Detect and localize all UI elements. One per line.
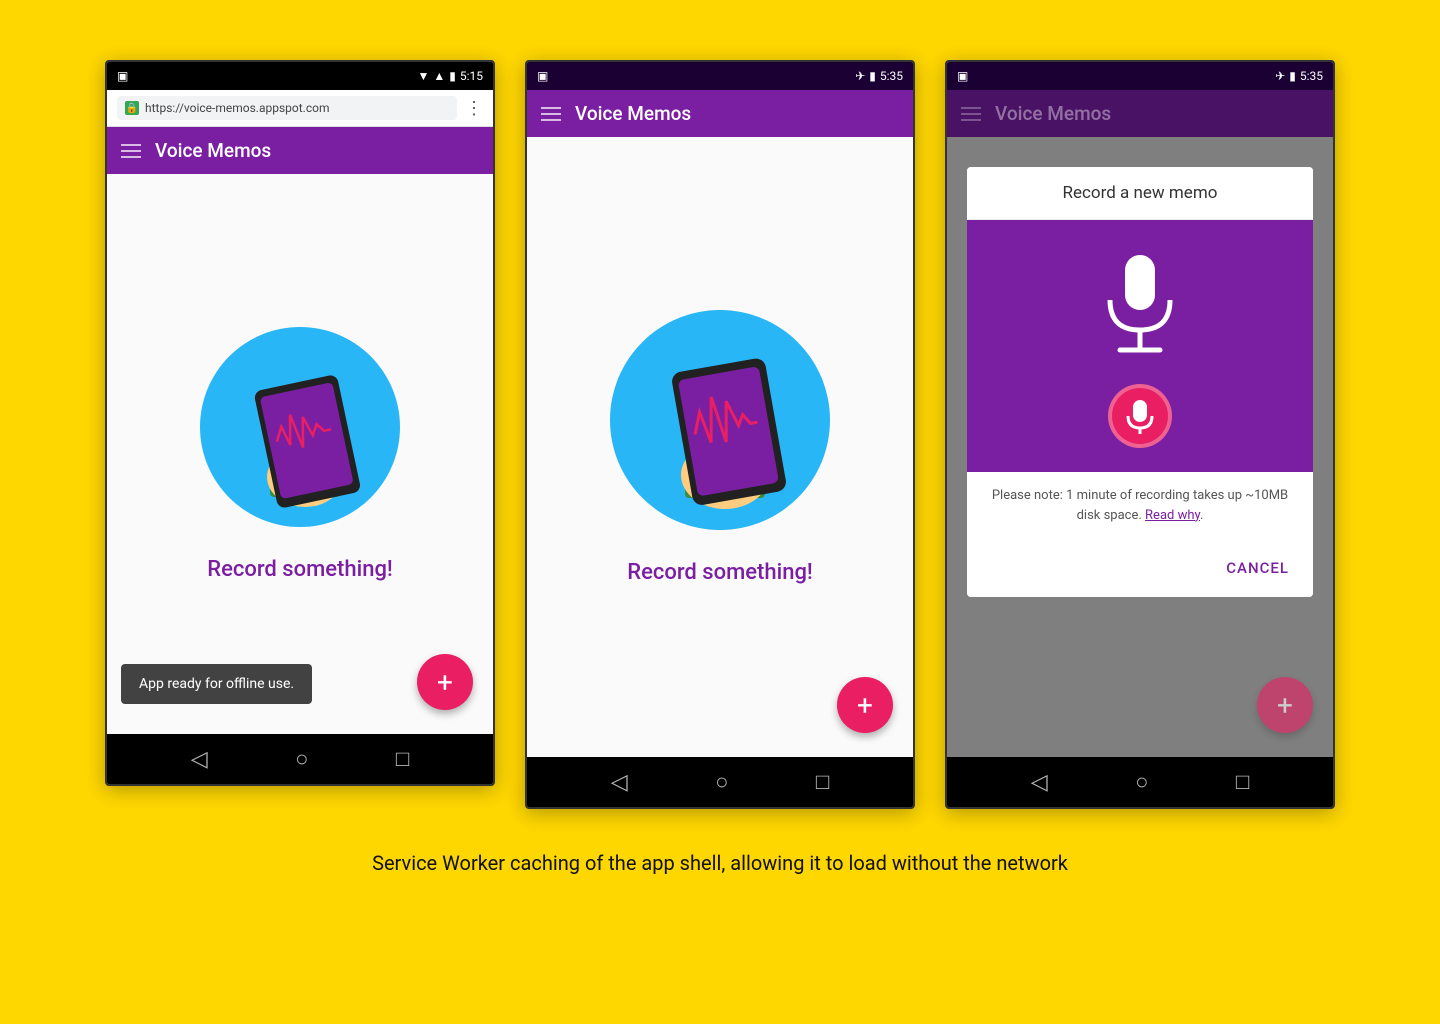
phones-container: ▣ ▼ ▲ ▮ 5:15 🔒 https://voice-memos.appsp… bbox=[40, 60, 1400, 809]
phone2-illustration-svg bbox=[610, 310, 830, 530]
phone2-nav-bar: ◁ ○ □ bbox=[527, 757, 913, 807]
phone1-fab[interactable]: + bbox=[417, 654, 473, 710]
phone3-dialog-actions: CANCEL bbox=[967, 539, 1313, 597]
phone2-phone-icon: ▣ bbox=[537, 69, 548, 83]
phone3-nav-bar: ◁ ○ □ bbox=[947, 757, 1333, 807]
phone3-dialog-note: Please note: 1 minute of recording takes… bbox=[967, 472, 1313, 539]
phone1-record-label: Record something! bbox=[207, 557, 393, 582]
phone1-phone-icon: ▣ bbox=[117, 69, 128, 83]
phone3-status-right: ✈ ▮ 5:35 bbox=[1275, 69, 1323, 83]
phone1-illustration bbox=[200, 327, 400, 527]
phone2-status-right: ✈ ▮ 5:35 bbox=[855, 69, 903, 83]
phone1-address-bar: 🔒 https://voice-memos.appspot.com ⋮ bbox=[107, 90, 493, 127]
phone2-app-title: Voice Memos bbox=[575, 102, 691, 125]
phone3-fab-icon: + bbox=[1277, 689, 1293, 722]
phone1-signal-icon: ▲ bbox=[433, 69, 445, 83]
phone3-airplane-icon: ✈ bbox=[1275, 69, 1285, 83]
phone2-home-btn[interactable]: ○ bbox=[715, 769, 728, 795]
phone2-hamburger-icon[interactable] bbox=[541, 107, 561, 121]
phone2-illustration bbox=[610, 310, 830, 530]
phone1-url-text: https://voice-memos.appspot.com bbox=[145, 101, 329, 115]
phone1-status-left: ▣ bbox=[117, 69, 417, 83]
lock-icon: 🔒 bbox=[125, 101, 139, 115]
phone3-back-btn[interactable]: ◁ bbox=[1031, 770, 1048, 795]
phone3-mic-svg bbox=[1095, 250, 1185, 360]
phone3-dialog-title: Record a new memo bbox=[1063, 183, 1218, 203]
phone-1: ▣ ▼ ▲ ▮ 5:15 🔒 https://voice-memos.appsp… bbox=[105, 60, 495, 786]
phone1-back-btn[interactable]: ◁ bbox=[191, 747, 208, 772]
phone1-time: 5:15 bbox=[460, 69, 483, 83]
phone3-time: 5:35 bbox=[1300, 69, 1323, 83]
phone1-toolbar: Voice Memos bbox=[107, 127, 493, 174]
phone2-airplane-icon: ✈ bbox=[855, 69, 865, 83]
phone2-record-label: Record something! bbox=[627, 560, 813, 585]
phone2-content: Record something! + bbox=[527, 137, 913, 757]
phone3-status-bar: ▣ ✈ ▮ 5:35 bbox=[947, 62, 1333, 90]
phone3-mic-btn-icon bbox=[1125, 398, 1155, 434]
phone3-app-title: Voice Memos bbox=[995, 102, 1111, 125]
phone3-note-text: Please note: 1 minute of recording takes… bbox=[992, 488, 1288, 523]
phone3-battery-icon: ▮ bbox=[1289, 69, 1296, 83]
phone1-status-bar: ▣ ▼ ▲ ▮ 5:15 bbox=[107, 62, 493, 90]
phone1-fab-icon: + bbox=[437, 666, 453, 699]
phone2-back-btn[interactable]: ◁ bbox=[611, 770, 628, 795]
phone1-content: Record something! App ready for offline … bbox=[107, 174, 493, 734]
phone2-toolbar: Voice Memos bbox=[527, 90, 913, 137]
phone3-phone-icon: ▣ bbox=[957, 69, 968, 83]
phone1-recents-btn[interactable]: □ bbox=[396, 746, 409, 772]
phone3-dialog-body bbox=[967, 220, 1313, 472]
phone3-hamburger-icon[interactable] bbox=[961, 107, 981, 121]
phone3-home-btn[interactable]: ○ bbox=[1135, 769, 1148, 795]
phone2-status-bar: ▣ ✈ ▮ 5:35 bbox=[527, 62, 913, 90]
phone1-offline-toast: App ready for offline use. bbox=[121, 664, 312, 704]
phone1-home-btn[interactable]: ○ bbox=[295, 746, 308, 772]
phone3-toolbar: Voice Memos bbox=[947, 90, 1333, 137]
phone1-status-right: ▼ ▲ ▮ 5:15 bbox=[417, 69, 483, 83]
phone2-time: 5:35 bbox=[880, 69, 903, 83]
page-caption: Service Worker caching of the app shell,… bbox=[372, 849, 1068, 877]
phone1-illustration-svg bbox=[200, 327, 400, 527]
phone2-fab-icon: + bbox=[857, 689, 873, 722]
phone3-dialog: Record a new memo bbox=[967, 167, 1313, 597]
phone3-status-left: ▣ bbox=[957, 69, 1275, 83]
phone3-fab[interactable]: + bbox=[1257, 677, 1313, 733]
phone2-status-left: ▣ bbox=[537, 69, 855, 83]
phone3-record-button[interactable] bbox=[1108, 384, 1172, 448]
phone1-toast-text: App ready for offline use. bbox=[139, 676, 294, 692]
phone3-mic-illustration bbox=[1095, 250, 1185, 360]
caption-text: Service Worker caching of the app shell,… bbox=[372, 851, 1068, 875]
phone2-fab[interactable]: + bbox=[837, 677, 893, 733]
phone1-menu-icon[interactable]: ⋮ bbox=[465, 98, 483, 119]
phone1-battery-icon: ▮ bbox=[449, 69, 456, 83]
phone3-dialog-header: Record a new memo bbox=[967, 167, 1313, 220]
phone3-cancel-button[interactable]: CANCEL bbox=[1218, 551, 1297, 585]
phone3-recents-btn[interactable]: □ bbox=[1236, 769, 1249, 795]
phone2-recents-btn[interactable]: □ bbox=[816, 769, 829, 795]
phone-3: ▣ ✈ ▮ 5:35 Voice Memos Record a new memo bbox=[945, 60, 1335, 809]
phone2-battery-icon: ▮ bbox=[869, 69, 876, 83]
phone3-content: Record a new memo bbox=[947, 137, 1333, 757]
phone1-hamburger-icon[interactable] bbox=[121, 144, 141, 158]
phone-2: ▣ ✈ ▮ 5:35 Voice Memos bbox=[525, 60, 915, 809]
phone3-read-why-link[interactable]: Read why bbox=[1145, 508, 1200, 523]
phone1-url-bar[interactable]: 🔒 https://voice-memos.appspot.com bbox=[117, 96, 457, 120]
phone1-nav-bar: ◁ ○ □ bbox=[107, 734, 493, 784]
phone1-app-title: Voice Memos bbox=[155, 139, 271, 162]
phone1-wifi-icon: ▼ bbox=[417, 69, 429, 83]
